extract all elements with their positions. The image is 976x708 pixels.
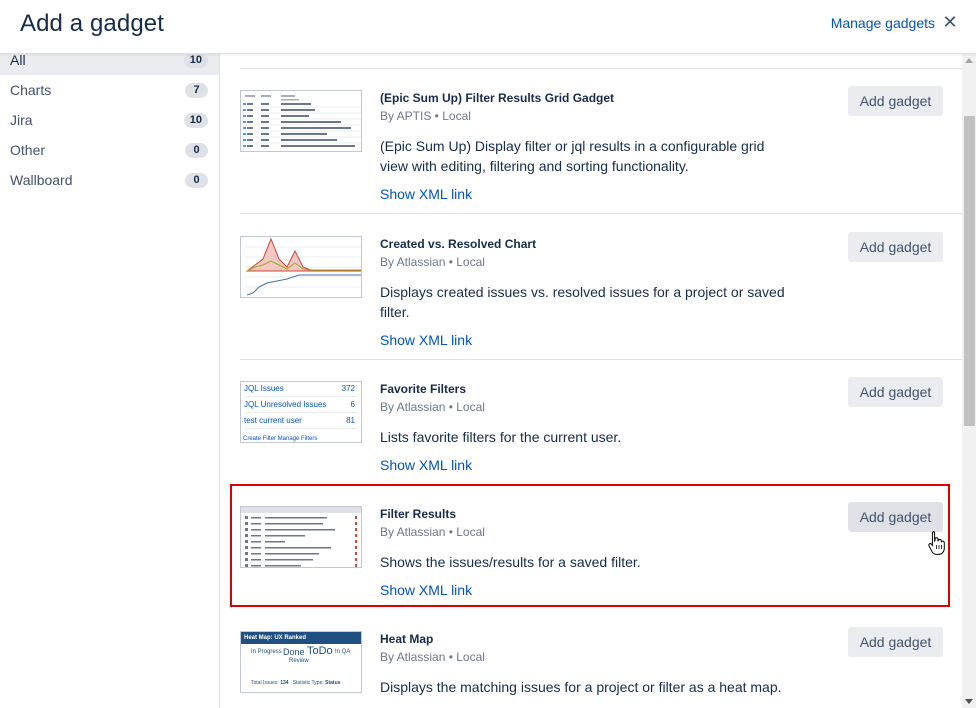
category-sidebar: All 10 Charts 7 Jira 10 Other 0 Wallboar… [0,45,220,708]
gadget-list: (Epic Sum Up) Filter Results Grid Gadget… [221,54,962,708]
category-count-badge: 10 [183,53,208,68]
gadget-title: Filter Results [380,507,457,521]
heat-map-word: ToDo [307,645,333,657]
gadget-title: Heat Map [380,632,434,646]
manage-gadgets-link[interactable]: Manage gadgets [831,15,935,31]
favorite-filter-name: test current user [244,416,302,425]
heat-map-total-value: 134 [280,680,289,686]
gadget-author: By Atlassian • Local [380,255,485,269]
favorite-filter-count: 81 [346,416,355,425]
category-count-badge: 7 [185,83,208,98]
heat-map-total-label: Total Issues: [251,680,279,686]
dialog-title: Add a gadget [20,10,164,37]
gadget-item-epic-sum-up: (Epic Sum Up) Filter Results Grid Gadget… [240,69,962,214]
gadget-author: By APTIS • Local [380,109,471,123]
scroll-up-icon[interactable] [965,58,973,63]
heat-map-word: Review [289,658,309,664]
gadget-title: Created vs. Resolved Chart [380,237,537,251]
favorite-filters-thumbnail: JQL Issues 372 JQL Unresolved Issues 6 t… [240,381,362,443]
line-chart-thumbnail [240,236,362,298]
line-chart-thumbnail-graphic [245,237,361,296]
issue-table-thumbnail-graphic [241,507,361,567]
category-label: Jira [10,112,33,128]
gadget-description: Lists favorite filters for the current u… [380,429,622,445]
gadget-item-filter-results: Filter Results By Atlassian • Local Show… [240,485,962,610]
gadget-author: By Atlassian • Local [380,400,485,414]
category-count-badge: 0 [185,143,208,158]
gadget-title: Favorite Filters [380,382,467,396]
gadget-author: By Atlassian • Local [380,525,485,539]
category-label: All [10,52,26,68]
favorite-filter-name: JQL Unresolved Issues [244,400,327,409]
category-label: Wallboard [10,172,73,188]
grid-gadget-thumbnail [240,90,362,152]
category-count-badge: 0 [185,173,208,188]
scroll-down-icon[interactable] [965,699,973,704]
gadget-description: Shows the issues/results for a saved fil… [380,554,641,570]
show-xml-link[interactable]: Show XML link [380,186,472,202]
grid-gadget-thumbnail-graphic [243,95,361,147]
gadget-item-favorite-filters: JQL Issues 372 JQL Unresolved Issues 6 t… [240,360,962,485]
close-icon[interactable]: ✕ [942,13,958,31]
dialog-header: Add a gadget Manage gadgets ✕ [0,0,976,54]
heat-map-word: Done [283,647,305,657]
favorite-filter-links: Create Filter Manage Filters [243,436,318,442]
show-xml-link[interactable]: Show XML link [380,332,472,348]
gadget-description: Displays created issues vs. resolved iss… [380,284,785,320]
category-charts[interactable]: Charts 7 [0,75,219,105]
heat-map-stat-value: Status [325,680,341,686]
favorite-filter-name: JQL Issues [244,384,284,393]
add-gadget-button[interactable]: Add gadget [848,232,943,262]
gadget-item-created-vs-resolved: Created vs. Resolved Chart By Atlassian … [240,215,962,360]
show-xml-link[interactable]: Show XML link [380,582,472,598]
scrollbar-thumb[interactable] [964,116,975,426]
add-gadget-button[interactable]: Add gadget [848,377,943,407]
gadget-item-heat-map: Heat Map: UX Ranked In Progress Done ToD… [240,610,962,708]
favorite-filter-count: 6 [350,400,355,409]
category-label: Other [10,142,46,158]
gadget-title: (Epic Sum Up) Filter Results Grid Gadget [380,91,615,105]
favorite-filter-count: 372 [341,384,355,393]
favorite-filter-row: test current user 81 [244,414,357,429]
heat-map-word: In Progress [251,649,282,655]
category-label: Charts [10,82,52,98]
heat-map-stat-label: Statistic Type: [292,680,324,686]
category-wallboard[interactable]: Wallboard 0 [0,165,219,195]
gadget-description: (Epic Sum Up) Display filter or jql resu… [380,138,765,174]
favorite-filter-row: JQL Unresolved Issues 6 [244,398,357,413]
favorite-filter-row: JQL Issues 372 [244,382,357,397]
heat-map-header: Heat Map: UX Ranked [241,632,361,644]
gadget-author: By Atlassian • Local [380,650,485,664]
heat-map-thumbnail: Heat Map: UX Ranked In Progress Done ToD… [240,631,362,693]
heat-map-footer: Total Issues: 134 Statistic Type: Status [251,680,340,686]
divider [240,213,962,214]
add-gadget-button[interactable]: Add gadget [848,86,943,116]
show-xml-link[interactable]: Show XML link [380,457,472,473]
hand-pointer-icon [928,531,945,555]
gadget-description: Displays the matching issues for a proje… [380,679,782,695]
heat-map-word: In QA [335,649,351,655]
issue-table-thumbnail [240,506,362,568]
add-gadget-button[interactable]: Add gadget [848,502,943,532]
category-count-badge: 10 [183,113,208,128]
category-other[interactable]: Other 0 [0,135,219,165]
add-gadget-button[interactable]: Add gadget [848,627,943,657]
category-jira[interactable]: Jira 10 [0,105,219,135]
